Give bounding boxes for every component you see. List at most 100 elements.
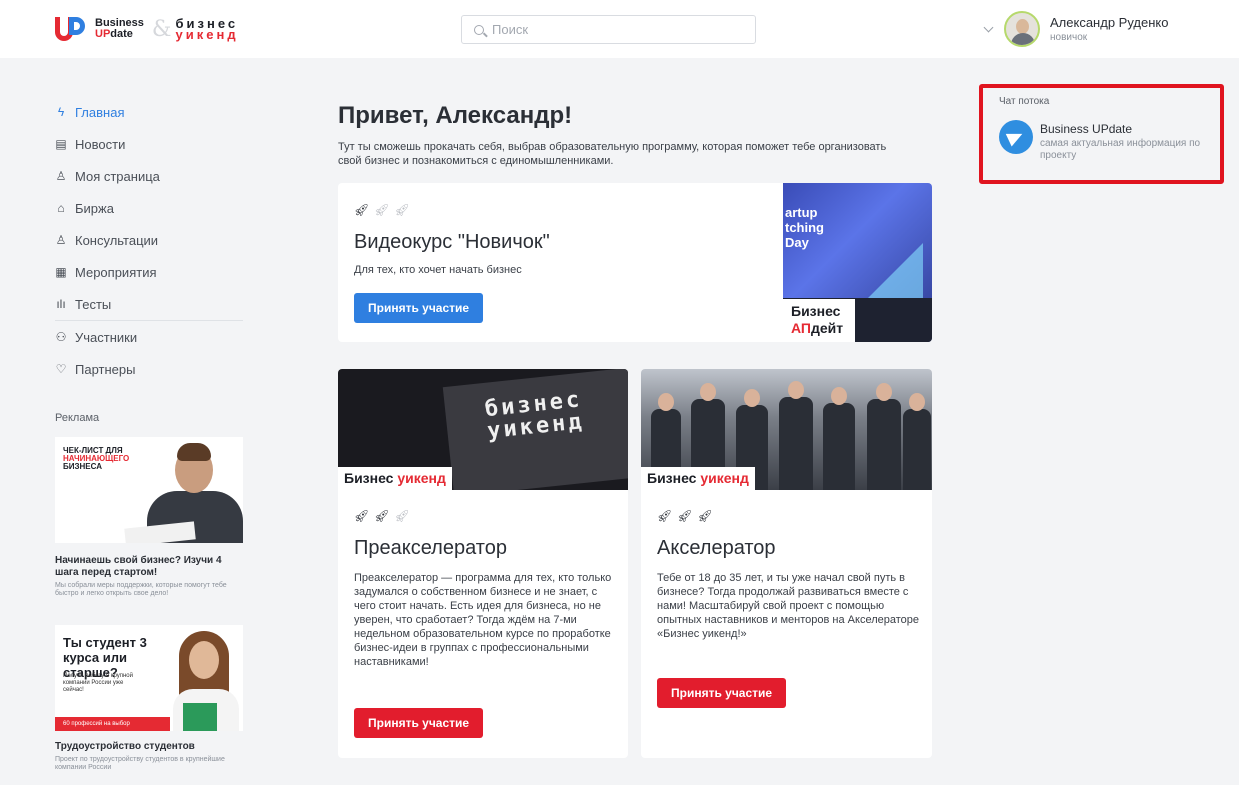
ad-caption-students[interactable]: Трудоустройство студентов Проект по труд… xyxy=(55,741,240,772)
ad-banner-checklist[interactable]: ЧЕК-ЛИСТ ДЛЯ НАЧИНАЮЩЕГО БИЗНЕСА xyxy=(55,437,243,543)
ad-caption-checklist[interactable]: Начинаешь свой бизнес? Изучи 4 шага пере… xyxy=(55,555,240,598)
page-title: Привет, Александр! xyxy=(338,102,573,129)
ad-paper xyxy=(124,521,196,543)
ad-title[interactable]: Трудоустройство студентов xyxy=(55,741,240,753)
rocket-icon: 🚀︎ xyxy=(374,203,390,217)
partner-icon: ♡ xyxy=(55,362,67,376)
logo-ampersand: & xyxy=(151,16,172,42)
card-image: artup tching Day Бизнес АПдейт xyxy=(783,183,932,342)
sidebar-item-news[interactable]: ▤ Новости xyxy=(55,128,245,160)
crowd-person xyxy=(823,403,855,490)
ad-man-hair xyxy=(177,443,211,461)
exchange-icon: ⌂ xyxy=(57,201,65,215)
join-button[interactable]: Принять участие xyxy=(354,708,484,738)
sidebar-item-label: Участники xyxy=(75,329,138,345)
sidebar-item-consultations[interactable]: ♙ Консультации xyxy=(55,224,245,256)
sidebar-item-label: Тесты xyxy=(75,296,112,312)
program-card-accelerator: Бизнес уикенд 🚀︎ 🚀︎ 🚀︎ Акселератор Тебе … xyxy=(641,369,932,758)
sidebar-item-main[interactable]: ϟ Главная xyxy=(55,96,245,128)
crowd-person-head xyxy=(744,389,760,407)
logo-business-weekend: бизнес уикенд xyxy=(175,16,239,42)
join-button[interactable]: Принять участие xyxy=(354,293,484,323)
card-image-arrow xyxy=(863,243,923,303)
ad-banner-sub: Получи работу в крупной компании России … xyxy=(63,673,133,693)
card-text: Тебе от 18 до 35 лет, и ты уже начал сво… xyxy=(657,572,919,640)
calendar-icon: ▦ xyxy=(55,265,67,279)
ad-girl-face xyxy=(189,641,219,679)
ad-banner-text: ЧЕК-ЛИСТ ДЛЯ НАЧИНАЮЩЕГО БИЗНЕСА xyxy=(63,446,130,471)
card-text: Преакселератор — программа для тех, кто … xyxy=(354,572,612,668)
consultation-icon: ♙ xyxy=(55,233,67,247)
sidebar-item-partners[interactable]: ♡ Партнеры xyxy=(55,353,245,385)
news-icon: ▤ xyxy=(55,137,67,151)
chat-panel-title: Чат потока xyxy=(999,96,1050,107)
rocket-icon: 🚀︎ xyxy=(394,203,410,217)
sidebar-item-tests[interactable]: ılı Тесты xyxy=(55,288,245,320)
search-icon xyxy=(474,24,484,35)
card-title: Видеокурс "Новичок" xyxy=(354,231,550,253)
user-menu[interactable]: Александр Руденко новичок xyxy=(983,11,1169,47)
rocket-icon: 🚀︎ xyxy=(394,509,410,523)
telegram-icon[interactable] xyxy=(999,120,1033,154)
logo-mark-icon xyxy=(55,14,91,44)
sidebar-item-exchange[interactable]: ⌂ Биржа xyxy=(55,192,245,224)
difficulty-rating: 🚀︎ 🚀︎ 🚀︎ xyxy=(657,509,713,523)
bar-chart-icon: ılı xyxy=(56,297,66,311)
card-image-label: Бизнес уикенд xyxy=(641,467,755,490)
difficulty-rating: 🚀︎ 🚀︎ 🚀︎ xyxy=(354,203,410,217)
sidebar-item-label: Мероприятия xyxy=(75,264,157,280)
users-icon: ⚇ xyxy=(55,330,67,344)
page-intro: Тут ты сможешь прокачать себя, выбрав об… xyxy=(338,141,887,167)
program-card-newbie: 🚀︎ 🚀︎ 🚀︎ Видеокурс "Новичок" Для тех, кт… xyxy=(338,183,932,342)
card-image: бизнес уикенд Бизнес уикенд xyxy=(338,369,628,490)
rocket-icon: 🚀︎ xyxy=(677,509,693,523)
ad-title[interactable]: Начинаешь свой бизнес? Изучи 4 шага пере… xyxy=(55,555,240,579)
crowd-person xyxy=(779,397,813,490)
header: Business UPdate & бизнес уикенд Поиск Ал… xyxy=(0,0,1239,58)
crowd-person-head xyxy=(658,393,674,411)
card-image-label: Бизнес АПдейт xyxy=(783,299,855,342)
card-image-text: artup tching Day xyxy=(785,205,824,250)
ad-subtitle: Мы собрали меры поддержки, которые помог… xyxy=(55,582,227,597)
card-title: Преакселератор xyxy=(354,537,507,559)
sidebar-item-label: Моя страница xyxy=(75,168,160,184)
crowd-person-head xyxy=(788,381,804,399)
sidebar-item-my-page[interactable]: ♙ Моя страница xyxy=(55,160,245,192)
search-input[interactable]: Поиск xyxy=(461,15,756,44)
card-text: Для тех, кто хочет начать бизнес xyxy=(354,264,522,276)
logo-business-update: Business UPdate xyxy=(95,17,144,40)
difficulty-rating: 🚀︎ 🚀︎ 🚀︎ xyxy=(354,509,410,523)
chevron-down-icon[interactable] xyxy=(983,22,994,32)
sidebar-nav: ϟ Главная ▤ Новости ♙ Моя страница ⌂ Бир… xyxy=(55,96,245,385)
lightning-icon: ϟ xyxy=(57,105,65,119)
chat-name-link[interactable]: Business UPdate xyxy=(1040,122,1132,136)
user-name: Александр Руденко xyxy=(1050,15,1169,30)
rocket-icon: 🚀︎ xyxy=(697,509,713,523)
rocket-icon: 🚀︎ xyxy=(354,203,370,217)
join-button[interactable]: Принять участие xyxy=(657,678,787,708)
ad-banner-students[interactable]: Ты студент 3 курса или старше? Получи ра… xyxy=(55,625,243,731)
ad-banner-bar: 60 профессий на выбор xyxy=(55,717,170,731)
sidebar-item-label: Новости xyxy=(75,136,126,152)
crowd-person-head xyxy=(700,383,716,401)
user-status: новичок xyxy=(1050,32,1088,43)
ad-subtitle: Проект по трудоустройству студентов в кр… xyxy=(55,756,225,771)
user-icon: ♙ xyxy=(55,169,67,183)
sidebar-item-label: Главная xyxy=(75,104,125,120)
sidebar-item-label: Консультации xyxy=(75,232,159,248)
logo[interactable]: Business UPdate & бизнес уикенд xyxy=(55,14,239,44)
crowd-person xyxy=(903,409,931,490)
rocket-icon: 🚀︎ xyxy=(354,509,370,523)
card-title: Акселератор xyxy=(657,537,776,559)
sidebar-item-events[interactable]: ▦ Мероприятия xyxy=(55,256,245,288)
card-image: Бизнес уикенд xyxy=(641,369,932,490)
crowd-person-head xyxy=(909,393,925,411)
program-card-preaccelerator: бизнес уикенд Бизнес уикенд 🚀︎ 🚀︎ 🚀︎ Пре… xyxy=(338,369,628,758)
crowd-person-head xyxy=(831,387,847,405)
sidebar-item-participants[interactable]: ⚇ Участники xyxy=(55,321,245,353)
avatar[interactable] xyxy=(1004,11,1040,47)
rocket-icon: 🚀︎ xyxy=(374,509,390,523)
rocket-icon: 🚀︎ xyxy=(657,509,673,523)
ad-folder xyxy=(183,703,217,731)
ads-title: Реклама xyxy=(55,412,100,424)
